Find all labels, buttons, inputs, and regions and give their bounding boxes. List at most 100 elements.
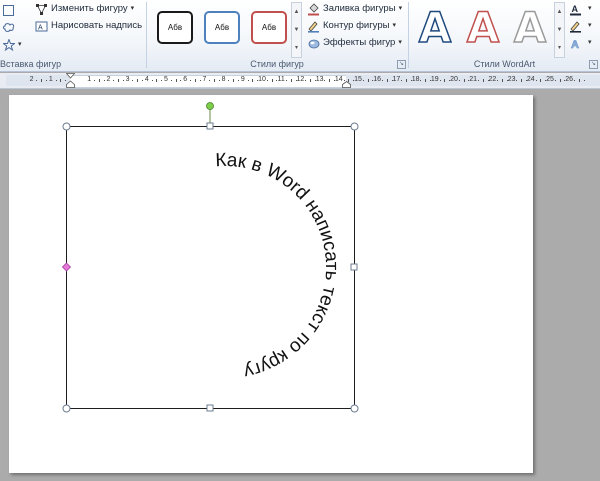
ruler-tick [228,80,230,81]
dialog-launcher-icon[interactable]: ↘ [589,60,598,69]
draw-textbox-button[interactable]: A Нарисовать надпись [35,18,142,34]
ruler-tick [170,80,172,81]
ruler-number: 11 [277,76,285,83]
ruler-tick [324,80,326,81]
shape-effects-button[interactable]: Эффекты фигур ▾ [307,35,402,51]
gallery-more-icon[interactable]: ▾ [292,39,301,57]
text-effects-button[interactable]: A ▾ [569,35,592,51]
scroll-down-icon[interactable]: ▼ [555,21,564,39]
ruler-tick [156,79,158,82]
ruler-tick [94,80,95,81]
wordart-circular-text[interactable]: Как в Word написать текст по кругу [215,150,342,382]
horizontal-ruler[interactable]: 2 1 1 2 3 4 5 6 7 8 9 10 11 12 13 14 15 16 17 18 19 20 21 22 23 2… [0,73,600,89]
ruler-number: 3 [125,76,130,83]
dialog-launcher-icon[interactable]: ↘ [397,60,406,69]
ruler-number: 12 [296,76,305,83]
ruler-tick [401,80,403,81]
wordart-style-2[interactable]: A [463,5,503,51]
ruler-number: 13 [315,76,324,83]
ruler-tick [161,80,163,81]
wordart-style-3[interactable]: A [510,5,550,51]
shape-fill-button[interactable]: Заливка фигуры ▾ [307,1,402,17]
text-fill-button[interactable]: A ▾ [569,1,592,17]
ruler-tick [252,79,254,82]
shape-style-swatch-1[interactable]: Абв [157,11,193,44]
edit-shape-label: Изменить фигуру [51,3,128,14]
ruler-number: 4 [144,76,149,83]
ruler-number: 2 [29,76,34,83]
scroll-up-icon[interactable]: ▲ [292,3,301,21]
scroll-up-icon[interactable]: ▲ [555,3,564,21]
wordart-gallery-scroll[interactable]: ▲ ▼ ▾ [554,2,565,58]
ruler-tick [60,79,62,82]
ruler-number: 22 [488,76,497,83]
resize-handle-bottom[interactable] [206,404,214,412]
wordart-styles-group: A A A ▲ ▼ ▾ Стили WordArt A ▾ ▾ A ▾ ↘ [409,0,600,71]
resize-handle-right[interactable] [350,263,358,271]
indent-marker-icon[interactable] [66,73,75,88]
adjustment-handle[interactable] [61,262,72,272]
shape-rectangle-icon[interactable] [3,2,17,18]
resize-handle-top-left[interactable] [62,122,71,131]
ruler-tick [458,80,460,81]
svg-text:A: A [38,24,43,31]
ruler-tick [521,79,523,82]
shape-style-swatch-2[interactable]: Абв [204,11,240,44]
ruler-tick [194,79,196,82]
ruler-tick [502,79,503,82]
shape-styles-gallery-scroll[interactable]: ▲ ▼ ▾ [291,2,302,58]
ruler-tick [36,80,38,81]
shape-style-swatch-3[interactable]: Абв [251,11,287,44]
ruler-tick [497,80,499,81]
shape-outline-button[interactable]: Контур фигуры ▾ [307,18,396,34]
text-outline-button[interactable]: ▾ [569,18,592,34]
ruler-number: 7 [202,76,207,83]
ruler-tick [478,80,479,81]
text-fill-icon: A [570,4,581,15]
edit-shape-button[interactable]: Изменить фигуру ▾ [35,1,134,17]
ruler-number: 15 [354,76,362,83]
text-outline-pen-icon [570,20,581,33]
resize-handle-top-right[interactable] [350,122,359,131]
ruler-number: 23 [507,76,516,83]
resize-handle-bottom-left[interactable] [62,404,71,413]
scroll-down-icon[interactable]: ▼ [292,21,301,39]
ruler-tick [329,79,331,82]
ruler-tick [516,80,518,81]
ruler-tick [190,80,191,81]
ruler-tick [180,80,182,81]
resize-handle-bottom-right[interactable] [350,404,359,413]
ruler-number: 2 [106,76,111,83]
ruler-tick [113,80,115,81]
page-canvas: Как в Word написать текст по кругу [61,102,359,413]
document-page[interactable]: Как в Word написать текст по кругу [9,95,533,473]
ruler-tick [142,80,143,81]
ruler-number: 21 [469,76,478,83]
ruler-tick [535,80,537,81]
wordart-style-1[interactable]: A [415,5,455,51]
ruler-number: 1 [87,76,92,83]
ribbon: ▾ Вставка фигур Изменить фигуру ▾ A Нари… [0,0,600,72]
ruler-tick [290,79,292,82]
shape-star-icon[interactable]: ▾ [3,37,22,53]
rotation-handle[interactable] [206,102,214,110]
gallery-more-icon[interactable]: ▾ [555,39,564,57]
ruler-tick [103,80,105,81]
ruler-tick [386,79,388,82]
resize-handle-top[interactable] [206,122,214,130]
wordart-selection-frame[interactable] [66,126,355,409]
right-indent-marker-icon[interactable] [342,81,351,88]
textbox-icon: A [35,21,48,31]
shape-cloud-icon[interactable] [3,19,15,35]
shape-outline-label: Контур фигуры [323,20,390,31]
ruler-tick [406,79,407,82]
ruler-number: 5 [164,76,168,83]
ruler-tick [439,80,441,81]
ruler-number: 9 [240,76,245,83]
shape-styles-group: Абв Абв Абв ▲ ▼ ▾ Заливка фигуры ▾ Конту… [147,0,407,71]
ruler-number: 8 [221,76,226,83]
ruler-tick [574,80,575,81]
ruler-number: 17 [392,76,401,83]
shape-fill-label: Заливка фигуры [323,3,396,14]
ruler-tick [175,79,177,82]
